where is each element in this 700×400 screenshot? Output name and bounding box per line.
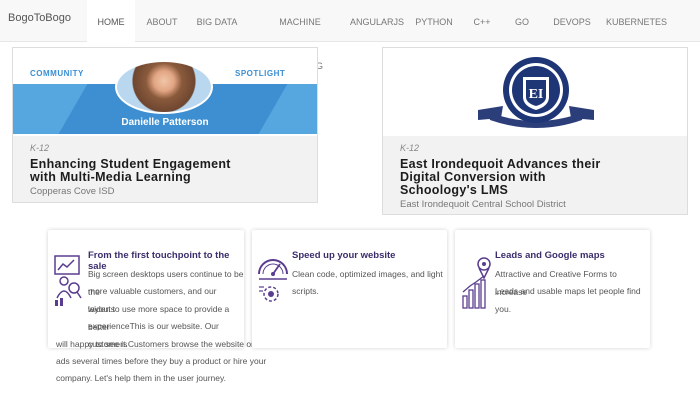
spotlight-card[interactable]: COMMUNITY SPOTLIGHT Danielle Patterson K… xyxy=(12,47,318,203)
case-study-card[interactable]: EI K-12 East Irondequoit Advances their … xyxy=(382,47,688,215)
feature-text-line: Leads and usable maps let people find yo… xyxy=(495,286,641,314)
speedometer-icon xyxy=(258,259,288,302)
feature-box-leads: Leads and Google maps Attractive and Cre… xyxy=(455,230,650,348)
feature-box-touchpoint: From the first touchpoint to the sale Bi… xyxy=(48,230,244,349)
card-tag: K-12 xyxy=(400,143,420,153)
feature-text-line: scripts. xyxy=(292,286,319,296)
nav-item-big-data[interactable]: BIG DATA xyxy=(194,0,240,42)
brand-logo[interactable]: BogoToBogo xyxy=(8,12,71,24)
analytics-person-icon xyxy=(54,255,82,306)
card-subtitle: Copperas Cove ISD xyxy=(30,186,115,197)
nav-item-angularjs[interactable]: ANGULARJS xyxy=(350,0,404,42)
feature-text-line: Clean code, optimized images, and light xyxy=(292,269,443,279)
banner-person-name: Danielle Patterson xyxy=(121,117,209,128)
school-seal-banner: EI xyxy=(383,48,687,136)
nav-item-kubernetes[interactable]: KUBERNETES xyxy=(606,0,667,42)
growth-chart-icon xyxy=(462,257,491,309)
banner-community-label: COMMUNITY xyxy=(30,69,84,78)
spotlight-banner: COMMUNITY SPOTLIGHT Danielle Patterson xyxy=(13,48,317,136)
feature-box-speed: Speed up your website Clean code, optimi… xyxy=(252,230,447,348)
card-title-line[interactable]: Schoology's LMS xyxy=(400,184,508,197)
feature-text-line: ads several times before they buy a prod… xyxy=(56,356,267,366)
nav-item-about[interactable]: ABOUT xyxy=(140,0,184,42)
feature-title: Leads and Google maps xyxy=(495,250,605,261)
navbar: BogoToBogo HOME ABOUT BIG DATA MACHINE L… xyxy=(0,0,700,71)
card-subtitle: East Irondequoit Central School District xyxy=(400,199,566,210)
feature-title: Speed up your website xyxy=(292,250,396,261)
nav-item-devops[interactable]: DEVOPS xyxy=(550,0,594,42)
profile-photo xyxy=(115,60,213,114)
nav-item-go[interactable]: GO xyxy=(508,0,536,42)
svg-text:EI: EI xyxy=(529,87,544,102)
school-seal-icon: EI xyxy=(478,57,594,128)
nav-item-python[interactable]: PYTHON xyxy=(414,0,454,42)
nav-item-home[interactable]: HOME xyxy=(87,0,135,42)
card-tag: K-12 xyxy=(30,143,50,153)
card-title-line[interactable]: with Multi-Media Learning xyxy=(30,171,191,184)
nav-item-cpp[interactable]: C++ xyxy=(468,0,496,42)
nav-item-machine-learning[interactable]: MACHINE LEARNING xyxy=(256,0,344,71)
feature-text-line: will happy to see it.Customers browse th… xyxy=(56,339,271,349)
feature-text-line: company. Let's help them in the user jou… xyxy=(56,373,226,383)
banner-spotlight-label: SPOTLIGHT xyxy=(235,69,286,78)
